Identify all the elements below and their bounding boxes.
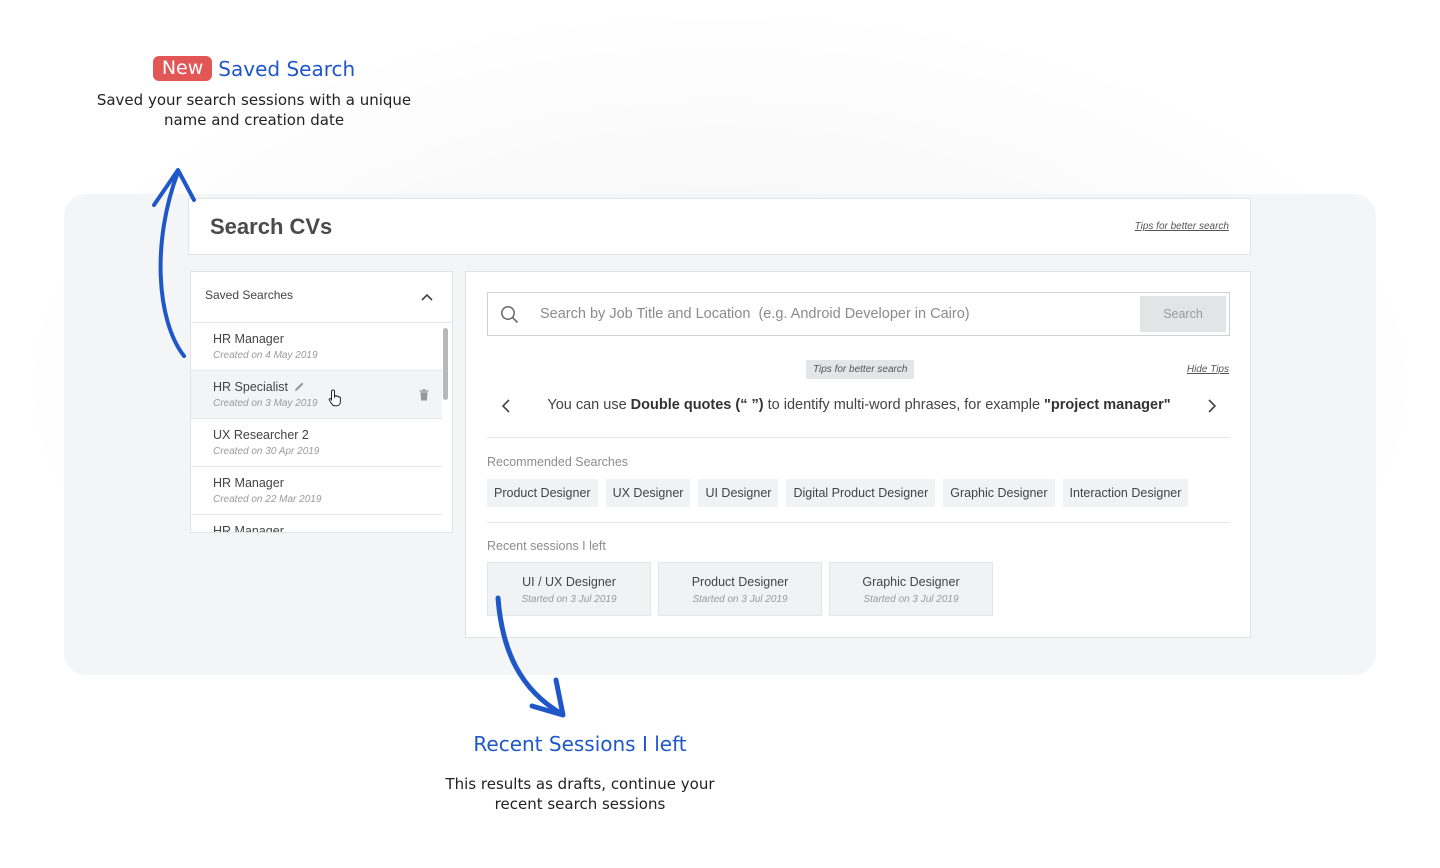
chevron-left-icon[interactable] xyxy=(500,398,512,414)
saved-search-date: Created on 3 May 2019 xyxy=(213,398,318,409)
recent-sessions: UI / UX Designer Started on 3 Jul 2019 P… xyxy=(487,562,993,616)
hand-cursor-icon xyxy=(328,389,341,407)
search-box: Search xyxy=(487,292,1230,336)
saved-searches-list: HR Manager Created on 4 May 2019 HR Spec… xyxy=(191,323,452,533)
divider xyxy=(487,522,1230,523)
session-date: Started on 3 Jul 2019 xyxy=(692,594,788,605)
search-button[interactable]: Search xyxy=(1140,296,1226,332)
tip-middle: to identify multi-word phrases, for exam… xyxy=(763,397,1045,413)
saved-search-item[interactable]: HR Manager Created on 4 May 2019 xyxy=(191,323,442,371)
saved-search-name: UX Researcher 2 xyxy=(213,428,309,442)
search-input[interactable] xyxy=(540,303,1120,325)
hide-tips-link[interactable]: Hide Tips xyxy=(1187,364,1229,375)
callout-description: Saved your search sessions with a unique… xyxy=(96,91,412,129)
tips-link[interactable]: Tips for better search xyxy=(1135,221,1229,232)
saved-searches-title: Saved Searches xyxy=(205,288,294,302)
tip-text: You can use Double quotes (“ ”) to ident… xyxy=(526,397,1192,413)
callout-description: This results as drafts, continue your re… xyxy=(445,775,715,813)
saved-search-item[interactable]: HR Manager Created on 22 Mar 2019 xyxy=(191,467,442,515)
recommended-chips: Product Designer UX Designer UI Designer… xyxy=(487,479,1189,507)
callout-heading: New Saved Search xyxy=(80,56,428,81)
tip-bold-quotes: Double quotes (“ ”) xyxy=(630,397,764,413)
search-card: Search Tips for better search Hide Tips … xyxy=(465,271,1251,638)
saved-searches-panel: Saved Searches HR Manager Created on 4 M… xyxy=(190,271,453,533)
session-date: Started on 3 Jul 2019 xyxy=(863,594,959,605)
saved-search-item-active[interactable]: HR Specialist Created on 3 May 2019 xyxy=(191,371,442,419)
trash-icon[interactable] xyxy=(419,389,429,401)
pencil-icon[interactable] xyxy=(294,381,305,392)
recommended-chip[interactable]: UX Designer xyxy=(605,479,691,507)
tip-bold-example: "project manager" xyxy=(1044,397,1171,413)
session-name: Product Designer xyxy=(691,575,789,589)
saved-search-name: HR Manager xyxy=(213,476,284,490)
callout-title: Saved Search xyxy=(218,56,356,81)
saved-search-item[interactable]: UX Researcher 2 Created on 30 Apr 2019 xyxy=(191,419,442,467)
recommended-chip[interactable]: Interaction Designer xyxy=(1062,479,1189,507)
saved-search-item[interactable]: HR Manager xyxy=(191,515,442,533)
saved-search-name: HR Manager xyxy=(213,524,284,533)
recommended-chip[interactable]: UI Designer xyxy=(698,479,779,507)
recommended-chip[interactable]: Digital Product Designer xyxy=(786,479,936,507)
recommended-chip[interactable]: Graphic Designer xyxy=(943,479,1055,507)
saved-search-date: Created on 4 May 2019 xyxy=(213,350,318,361)
recent-session-card[interactable]: Graphic Designer Started on 3 Jul 2019 xyxy=(829,562,993,616)
saved-searches-header[interactable]: Saved Searches xyxy=(191,272,452,323)
recent-sessions-label: Recent sessions I left xyxy=(487,539,606,553)
saved-search-name: HR Manager xyxy=(213,332,284,346)
scrollbar-thumb[interactable] xyxy=(443,328,448,400)
saved-search-callout: New Saved Search Saved your search sessi… xyxy=(80,56,428,130)
tips-badge: Tips for better search xyxy=(806,360,915,379)
recent-sessions-callout: Recent Sessions I left This results as d… xyxy=(440,732,720,814)
recent-session-card[interactable]: Product Designer Started on 3 Jul 2019 xyxy=(658,562,822,616)
callout-title: Recent Sessions I left xyxy=(473,732,687,756)
session-name: Graphic Designer xyxy=(862,575,960,589)
recommended-label: Recommended Searches xyxy=(487,455,629,469)
saved-search-name: HR Specialist xyxy=(213,380,289,394)
chevron-right-icon[interactable] xyxy=(1206,398,1218,414)
recent-session-card[interactable]: UI / UX Designer Started on 3 Jul 2019 xyxy=(487,562,651,616)
chevron-up-icon[interactable] xyxy=(420,290,434,304)
saved-search-date: Created on 30 Apr 2019 xyxy=(213,446,320,457)
session-date: Started on 3 Jul 2019 xyxy=(521,594,617,605)
scrollbar[interactable] xyxy=(443,328,448,528)
page-title: Search CVs xyxy=(210,214,333,239)
session-name: UI / UX Designer xyxy=(522,575,616,589)
recommended-chip[interactable]: Product Designer xyxy=(487,479,598,507)
page-header: Search CVs Tips for better search xyxy=(188,198,1251,255)
new-badge: New xyxy=(152,56,213,81)
divider xyxy=(487,437,1230,438)
saved-search-date: Created on 22 Mar 2019 xyxy=(213,494,322,505)
search-icon xyxy=(501,306,519,324)
tip-prefix: You can use xyxy=(547,397,631,413)
